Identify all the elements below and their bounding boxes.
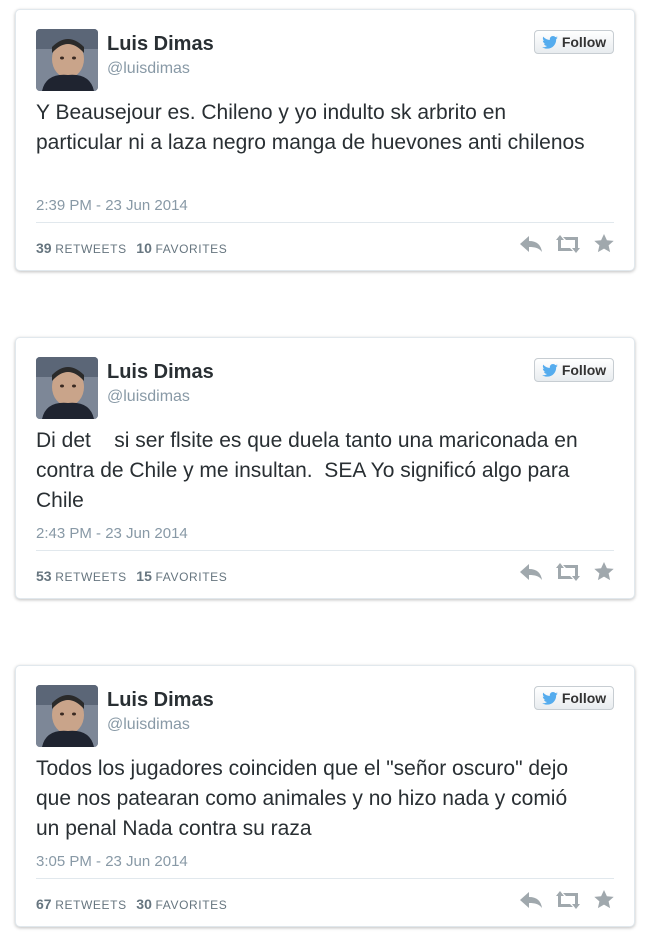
retweet-icon[interactable]	[556, 890, 580, 909]
retweet-count[interactable]: 53	[36, 568, 52, 584]
twitter-bird-icon	[542, 691, 558, 705]
tweet-timestamp[interactable]: 2:43 PM - 23 Jun 2014	[36, 525, 188, 543]
user-name[interactable]: Luis Dimas	[107, 688, 214, 712]
follow-button[interactable]: Follow	[534, 686, 614, 710]
user-name[interactable]: Luis Dimas	[107, 32, 214, 56]
star-icon[interactable]	[594, 890, 614, 909]
divider	[36, 550, 614, 551]
user-name[interactable]: Luis Dimas	[107, 360, 214, 384]
follow-button[interactable]: Follow	[534, 358, 614, 382]
user-handle[interactable]: @luisdimas	[107, 715, 190, 735]
retweet-icon[interactable]	[556, 234, 580, 253]
divider	[36, 222, 614, 223]
user-handle[interactable]: @luisdimas	[107, 59, 190, 79]
favorite-label: FAVORITES	[155, 242, 228, 256]
tweet-text: Y Beausejour es. Chileno y yo indulto sk…	[36, 101, 585, 154]
divider	[36, 878, 614, 879]
tweet-card: Luis Dimas @luisdimas Follow Y Beausejou…	[15, 9, 635, 271]
favorite-count[interactable]: 30	[136, 896, 152, 912]
avatar[interactable]	[36, 357, 98, 419]
tweet-card: Luis Dimas @luisdimas Follow Di det si s…	[15, 337, 635, 599]
tweet-text: Todos los jugadores coinciden que el "se…	[36, 757, 574, 840]
tweet-text: Di det si ser flsite es que duela tanto …	[36, 429, 584, 512]
user-handle[interactable]: @luisdimas	[107, 387, 190, 407]
avatar[interactable]	[36, 685, 98, 747]
tweet-stats: 39 RETWEETS 10 FAVORITES	[36, 239, 233, 258]
favorite-label: FAVORITES	[155, 898, 228, 912]
tweet-actions	[520, 234, 614, 253]
reply-icon[interactable]	[520, 235, 542, 253]
twitter-bird-icon	[542, 363, 558, 377]
follow-label: Follow	[561, 362, 607, 378]
twitter-bird-icon	[542, 35, 558, 49]
favorite-count[interactable]: 10	[136, 240, 152, 256]
favorite-count[interactable]: 15	[136, 568, 152, 584]
follow-label: Follow	[561, 34, 607, 50]
retweet-icon[interactable]	[556, 562, 580, 581]
retweet-label: RETWEETS	[55, 898, 127, 912]
tweet-actions	[520, 890, 614, 909]
tweet-timestamp[interactable]: 2:39 PM - 23 Jun 2014	[36, 197, 188, 215]
avatar[interactable]	[36, 29, 98, 91]
tweet-stats: 67 RETWEETS 30 FAVORITES	[36, 895, 233, 914]
star-icon[interactable]	[594, 234, 614, 253]
follow-label: Follow	[561, 690, 607, 706]
retweet-count[interactable]: 67	[36, 896, 52, 912]
retweet-label: RETWEETS	[55, 242, 127, 256]
retweet-label: RETWEETS	[55, 570, 127, 584]
star-icon[interactable]	[594, 562, 614, 581]
reply-icon[interactable]	[520, 563, 542, 581]
retweet-count[interactable]: 39	[36, 240, 52, 256]
reply-icon[interactable]	[520, 891, 542, 909]
tweet-card: Luis Dimas @luisdimas Follow Todos los j…	[15, 665, 635, 927]
tweet-stats: 53 RETWEETS 15 FAVORITES	[36, 567, 233, 586]
follow-button[interactable]: Follow	[534, 30, 614, 54]
tweet-timestamp[interactable]: 3:05 PM - 23 Jun 2014	[36, 853, 188, 871]
favorite-label: FAVORITES	[155, 570, 228, 584]
tweet-actions	[520, 562, 614, 581]
